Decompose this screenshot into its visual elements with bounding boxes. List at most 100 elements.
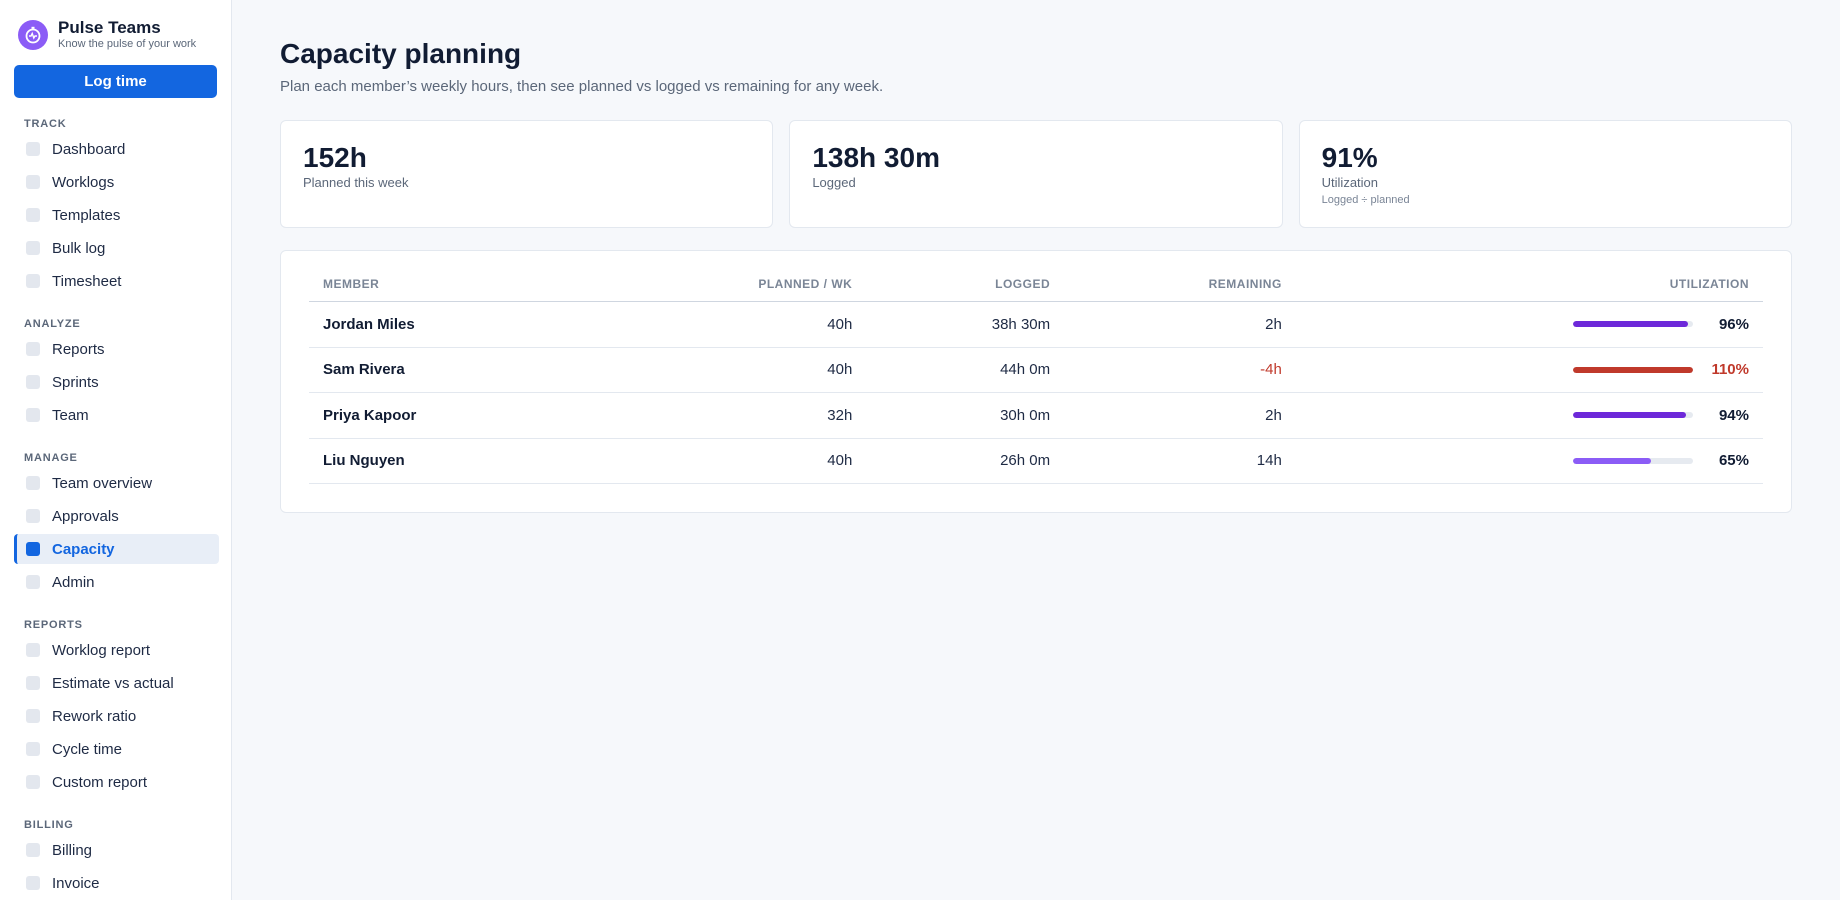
page-subtitle: Plan each member’s weekly hours, then se… xyxy=(280,78,884,95)
member-name: Sam Rivera xyxy=(309,347,587,393)
utilization-meter: 94% xyxy=(1310,407,1749,424)
table-row[interactable]: Sam Rivera 40h 44h 0m -4h 110% xyxy=(309,347,1763,393)
capacity-table-card: MEMBER PLANNED / WK LOGGED REMAINING UTI… xyxy=(280,250,1792,513)
sidebar-item-label: Team overview xyxy=(52,474,153,492)
planned-hours: 32h xyxy=(586,392,867,439)
stat-card-planned: 152h Planned this week xyxy=(280,120,774,228)
sidebar-nav: TRACK Dashboard Worklogs Templates Bulk log T… xyxy=(14,118,219,898)
remaining-hours: 14h xyxy=(1064,438,1296,484)
column-header-utilization[interactable]: UTILIZATION xyxy=(1295,277,1763,302)
sidebar-item-team[interactable]: Team xyxy=(14,400,219,430)
sidebar-item-templates[interactable]: Templates xyxy=(14,200,219,230)
sidebar-item-timesheet[interactable]: Timesheet xyxy=(14,266,219,296)
sidebar-item-reports[interactable]: Reports xyxy=(14,334,219,364)
nav-square-icon xyxy=(26,375,40,389)
sidebar-item-label: Dashboard xyxy=(52,140,126,158)
utilization-bar-track xyxy=(1573,321,1693,328)
nav-square-icon xyxy=(26,241,40,255)
sidebar-item-dashboard[interactable]: Dashboard xyxy=(14,134,219,164)
utilization-value: 94% xyxy=(1718,406,1749,424)
utilization-value: 110% xyxy=(1711,361,1749,379)
member-name: Liu Nguyen xyxy=(309,438,587,484)
table-header-row: MEMBER PLANNED / WK LOGGED REMAINING UTI… xyxy=(309,277,1763,302)
column-header-remaining[interactable]: REMAINING xyxy=(1064,277,1296,302)
sidebar-item-label: Reports xyxy=(52,340,105,358)
sidebar-item-custom-report[interactable]: Custom report xyxy=(14,767,219,797)
nav-section-manage: MANAGE Team overview Approvals Capacity Admi… xyxy=(14,452,219,597)
main-content: Capacity planning Plan each member’s wee… xyxy=(232,0,1840,900)
sidebar-item-label: Admin xyxy=(52,573,95,591)
planned-hours: 40h xyxy=(586,347,867,393)
utilization-cell: 110% xyxy=(1295,347,1763,393)
nav-square-icon xyxy=(26,643,40,657)
table-body: Jordan Miles 40h 38h 30m 2h 96% Sam Rivera 40h… xyxy=(309,301,1763,484)
member-name: Priya Kapoor xyxy=(309,392,587,439)
stat-card-utilization: 91% Utilization Logged ÷ planned xyxy=(1298,120,1792,228)
nav-square-icon xyxy=(26,274,40,288)
utilization-bar-fill xyxy=(1573,321,1689,328)
sidebar-item-label: Worklog report xyxy=(52,641,151,659)
remaining-hours: -4h xyxy=(1064,347,1296,393)
table-row[interactable]: Jordan Miles 40h 38h 30m 2h 96% xyxy=(309,301,1763,348)
sidebar-item-label: Timesheet xyxy=(52,272,122,290)
sidebar-item-cycle-time[interactable]: Cycle time xyxy=(14,734,219,764)
sidebar: Pulse Teams Know the pulse of your work … xyxy=(0,0,232,900)
column-header-planned[interactable]: PLANNED / WK xyxy=(586,277,867,302)
column-header-member[interactable]: MEMBER xyxy=(309,277,587,302)
stat-value: 138h 30m xyxy=(812,142,940,173)
nav-section-label: ANALYZE xyxy=(24,318,81,330)
sidebar-item-label: Team xyxy=(52,406,89,424)
stopwatch-icon xyxy=(18,19,48,50)
utilization-meter: 110% xyxy=(1310,361,1749,378)
utilization-bar-track xyxy=(1573,366,1693,373)
nav-square-icon xyxy=(26,342,40,356)
table-row[interactable]: Liu Nguyen 40h 26h 0m 14h 65% xyxy=(309,438,1763,484)
nav-square-icon xyxy=(26,876,40,890)
log-time-button[interactable]: Log time xyxy=(14,65,217,98)
sidebar-item-billing[interactable]: Billing xyxy=(14,835,219,865)
nav-square-icon xyxy=(26,208,40,222)
sidebar-item-approvals[interactable]: Approvals xyxy=(14,501,219,531)
stat-card-logged: 138h 30m Logged xyxy=(789,120,1283,228)
stat-value: 152h xyxy=(303,142,367,173)
sidebar-item-worklogs[interactable]: Worklogs xyxy=(14,167,219,197)
page-title: Capacity planning xyxy=(280,38,522,69)
sidebar-item-estimate-vs-actual[interactable]: Estimate vs actual xyxy=(14,668,219,698)
planned-hours: 40h xyxy=(586,438,867,484)
sidebar-item-label: Rework ratio xyxy=(52,707,137,725)
utilization-cell: 94% xyxy=(1295,392,1763,439)
remaining-hours: 2h xyxy=(1064,301,1296,348)
sidebar-item-capacity[interactable]: Capacity xyxy=(14,534,219,564)
stat-value: 91% xyxy=(1321,142,1378,173)
sidebar-item-sprints[interactable]: Sprints xyxy=(14,367,219,397)
sidebar-item-team-overview[interactable]: Team overview xyxy=(14,468,219,498)
table-row[interactable]: Priya Kapoor 32h 30h 0m 2h 94% xyxy=(309,392,1763,439)
sidebar-item-label: Custom report xyxy=(52,773,148,791)
stat-note: Logged ÷ planned xyxy=(1321,194,1410,206)
nav-square-icon xyxy=(26,575,40,589)
utilization-bar-fill xyxy=(1573,457,1651,464)
sidebar-item-rework-ratio[interactable]: Rework ratio xyxy=(14,701,219,731)
brand[interactable]: Pulse Teams Know the pulse of your work xyxy=(14,18,219,51)
sidebar-item-worklog-report[interactable]: Worklog report xyxy=(14,635,219,665)
sidebar-item-label: Templates xyxy=(52,206,121,224)
utilization-cell: 96% xyxy=(1295,301,1763,348)
nav-square-icon xyxy=(26,509,40,523)
nav-section-billing: BILLING Billing Invoice xyxy=(14,819,219,898)
column-header-logged[interactable]: LOGGED xyxy=(866,277,1065,302)
nav-square-icon xyxy=(26,742,40,756)
nav-section-label: MANAGE xyxy=(24,452,78,464)
utilization-value: 96% xyxy=(1718,315,1749,333)
sidebar-item-invoice[interactable]: Invoice xyxy=(14,868,219,898)
member-name: Jordan Miles xyxy=(309,301,587,348)
nav-section-label: TRACK xyxy=(24,118,67,130)
nav-section-reports: REPORTS Worklog report Estimate vs actual R… xyxy=(14,619,219,797)
utilization-meter: 96% xyxy=(1310,316,1749,333)
sidebar-item-admin[interactable]: Admin xyxy=(14,567,219,597)
utilization-bar-fill xyxy=(1573,366,1693,373)
sidebar-item-bulk-log[interactable]: Bulk log xyxy=(14,233,219,263)
remaining-hours: 2h xyxy=(1064,392,1296,439)
utilization-meter: 65% xyxy=(1310,452,1749,469)
nav-square-icon xyxy=(26,175,40,189)
sidebar-item-label: Capacity xyxy=(52,540,115,558)
